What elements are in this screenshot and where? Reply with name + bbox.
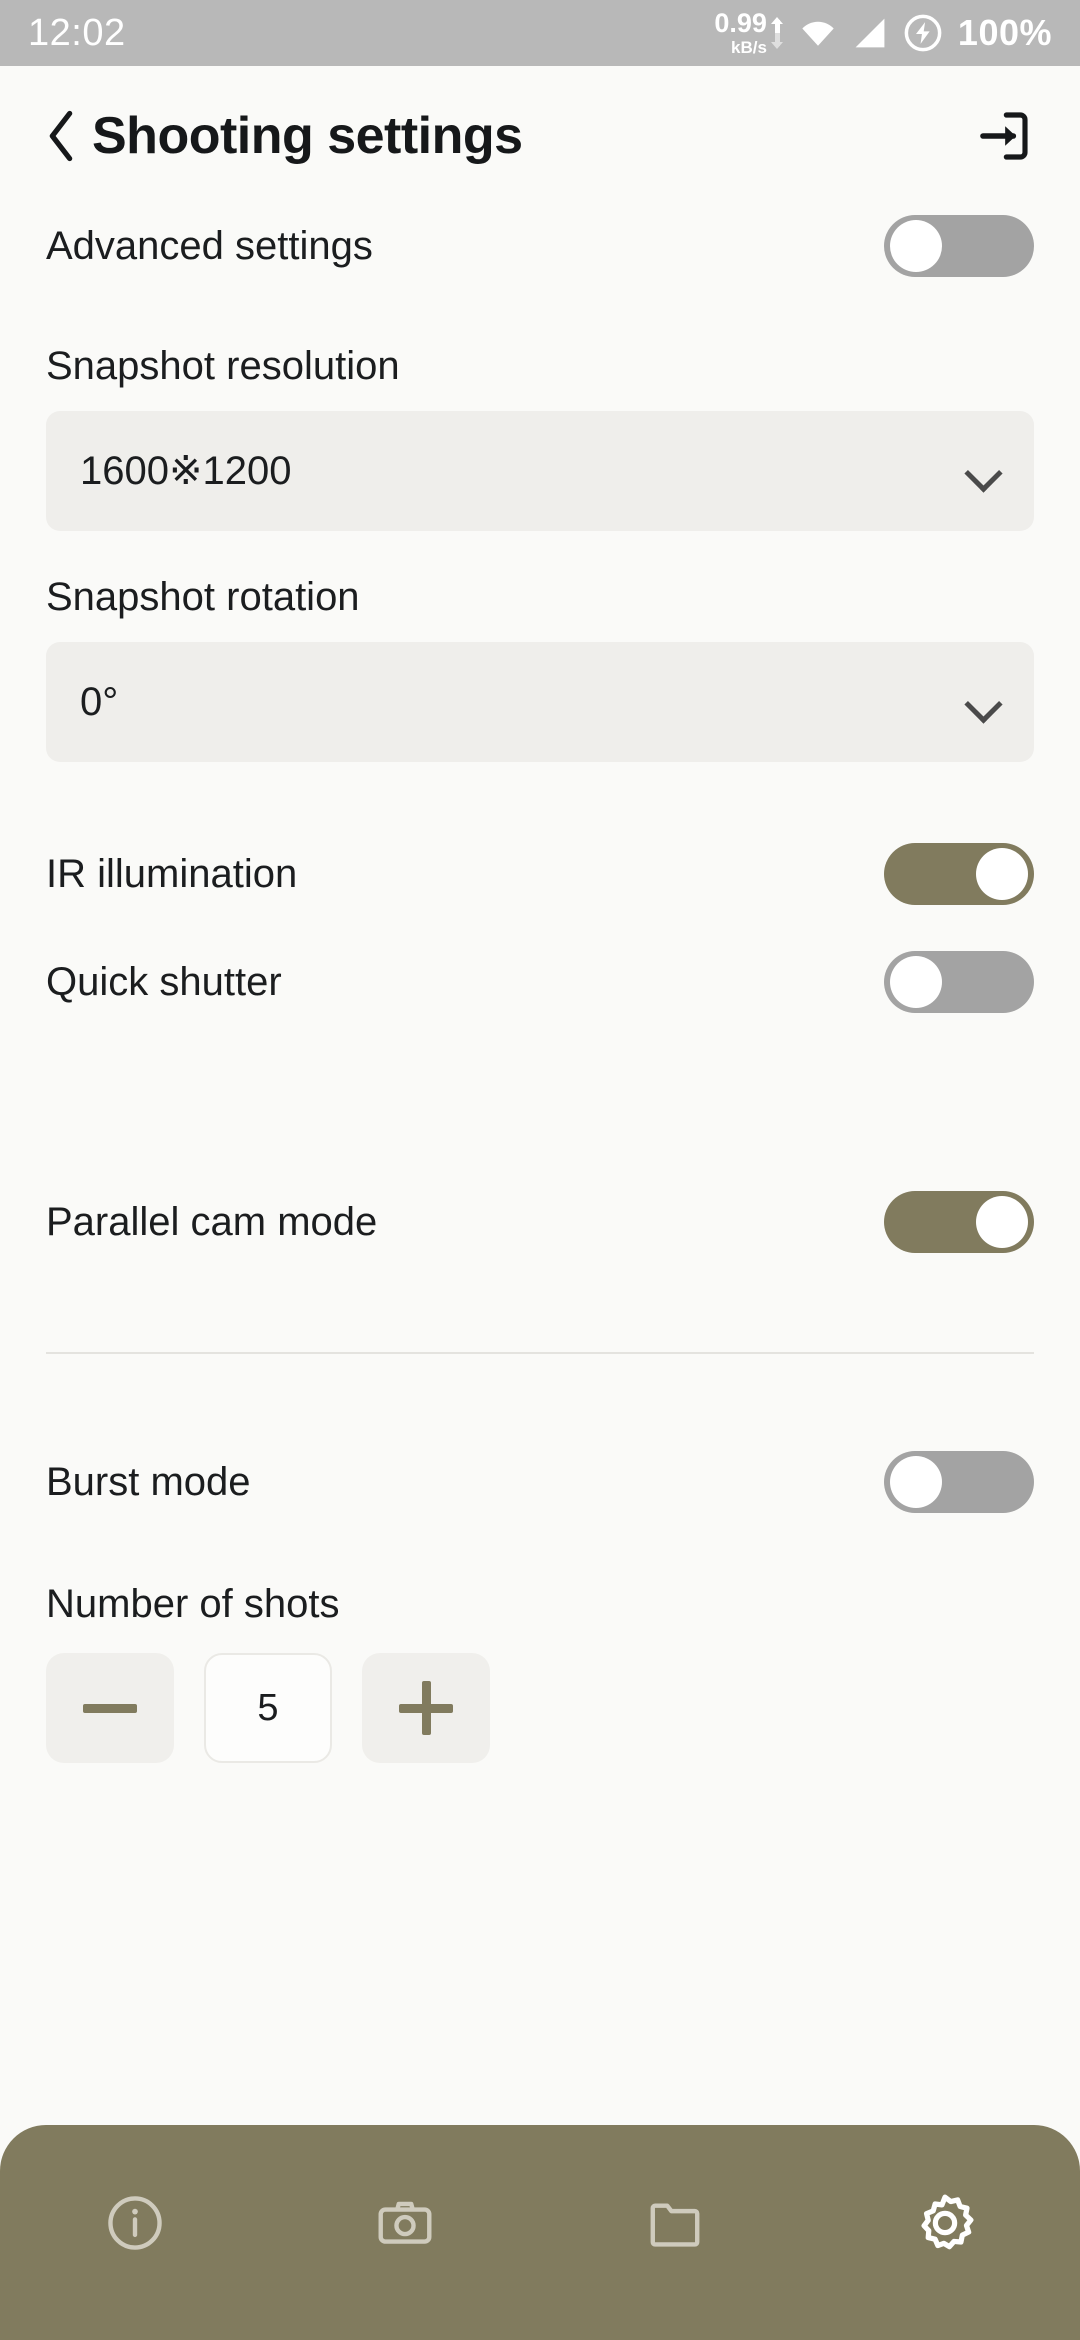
setting-row-ir-illumination[interactable]: IR illumination [46, 820, 1034, 928]
toggle-knob [890, 220, 942, 272]
setting-field-number-of-shots: Number of shots 5 [46, 1582, 1034, 1763]
network-speed-value: 0.99 [714, 8, 767, 38]
login-enter-icon[interactable] [974, 106, 1034, 166]
folder-icon [644, 2192, 706, 2254]
page-header: Shooting settings [0, 66, 1080, 192]
upload-arrow-icon [770, 17, 784, 33]
toggle-knob [890, 1456, 942, 1508]
ir-illumination-toggle[interactable] [884, 843, 1034, 905]
burst-mode-toggle[interactable] [884, 1451, 1034, 1513]
number-of-shots-stepper: 5 [46, 1653, 1034, 1763]
setting-field-snapshot-resolution: Snapshot resolution 1600※1200 [46, 344, 1034, 531]
chevron-down-icon [966, 685, 1000, 719]
toggle-knob [890, 956, 942, 1008]
network-speed-unit: kB/s [731, 38, 767, 57]
burst-mode-label: Burst mode [46, 1459, 251, 1504]
network-speed-indicator: 0.99 kB/s [714, 10, 784, 56]
decrement-button[interactable] [46, 1653, 174, 1763]
number-of-shots-value[interactable]: 5 [204, 1653, 332, 1763]
snapshot-resolution-select[interactable]: 1600※1200 [46, 411, 1034, 531]
snapshot-resolution-label: Snapshot resolution [46, 344, 400, 388]
battery-charging-icon [902, 12, 944, 54]
status-icons-group: 0.99 kB/s 100% [714, 10, 1052, 57]
status-clock: 12:02 [28, 11, 126, 54]
advanced-settings-label: Advanced settings [46, 223, 373, 268]
snapshot-rotation-label: Snapshot rotation [46, 575, 360, 619]
snapshot-rotation-value: 0° [80, 679, 119, 724]
setting-row-parallel-cam-mode[interactable]: Parallel cam mode [46, 1168, 1034, 1276]
nav-item-info[interactable] [0, 2177, 270, 2269]
number-of-shots-label: Number of shots [46, 1582, 340, 1626]
toggle-knob [976, 848, 1028, 900]
page-title: Shooting settings [92, 107, 523, 165]
setting-row-advanced-settings[interactable]: Advanced settings [46, 192, 1034, 300]
wifi-icon [798, 17, 838, 49]
nav-item-files[interactable] [540, 2177, 810, 2269]
plus-icon [399, 1681, 453, 1735]
download-arrow-icon [770, 33, 784, 49]
minus-icon [83, 1703, 137, 1713]
setting-row-quick-shutter[interactable]: Quick shutter [46, 928, 1034, 1036]
bottom-navigation-bar [0, 2125, 1080, 2340]
battery-percent-label: 100% [957, 12, 1052, 53]
cellular-signal-icon [852, 17, 888, 49]
setting-field-snapshot-rotation: Snapshot rotation 0° [46, 575, 1034, 762]
chevron-down-icon [966, 454, 1000, 488]
setting-row-burst-mode[interactable]: Burst mode [46, 1428, 1034, 1536]
snapshot-rotation-select[interactable]: 0° [46, 642, 1034, 762]
toggle-knob [976, 1196, 1028, 1248]
parallel-cam-mode-label: Parallel cam mode [46, 1199, 378, 1244]
quick-shutter-label: Quick shutter [46, 959, 282, 1004]
section-divider [46, 1352, 1034, 1354]
chevron-left-icon[interactable] [44, 110, 78, 162]
nav-item-settings[interactable] [810, 2177, 1080, 2269]
info-circle-icon [104, 2192, 166, 2254]
ir-illumination-label: IR illumination [46, 851, 298, 896]
status-bar: 12:02 0.99 kB/s 100% [0, 0, 1080, 66]
increment-button[interactable] [362, 1653, 490, 1763]
settings-list: Advanced settings Snapshot resolution 16… [0, 192, 1080, 1763]
gear-icon [912, 2190, 978, 2256]
snapshot-resolution-value: 1600※1200 [80, 449, 292, 493]
camera-icon [374, 2192, 436, 2254]
quick-shutter-toggle[interactable] [884, 951, 1034, 1013]
parallel-cam-mode-toggle[interactable] [884, 1191, 1034, 1253]
nav-item-camera[interactable] [270, 2177, 540, 2269]
advanced-settings-toggle[interactable] [884, 215, 1034, 277]
